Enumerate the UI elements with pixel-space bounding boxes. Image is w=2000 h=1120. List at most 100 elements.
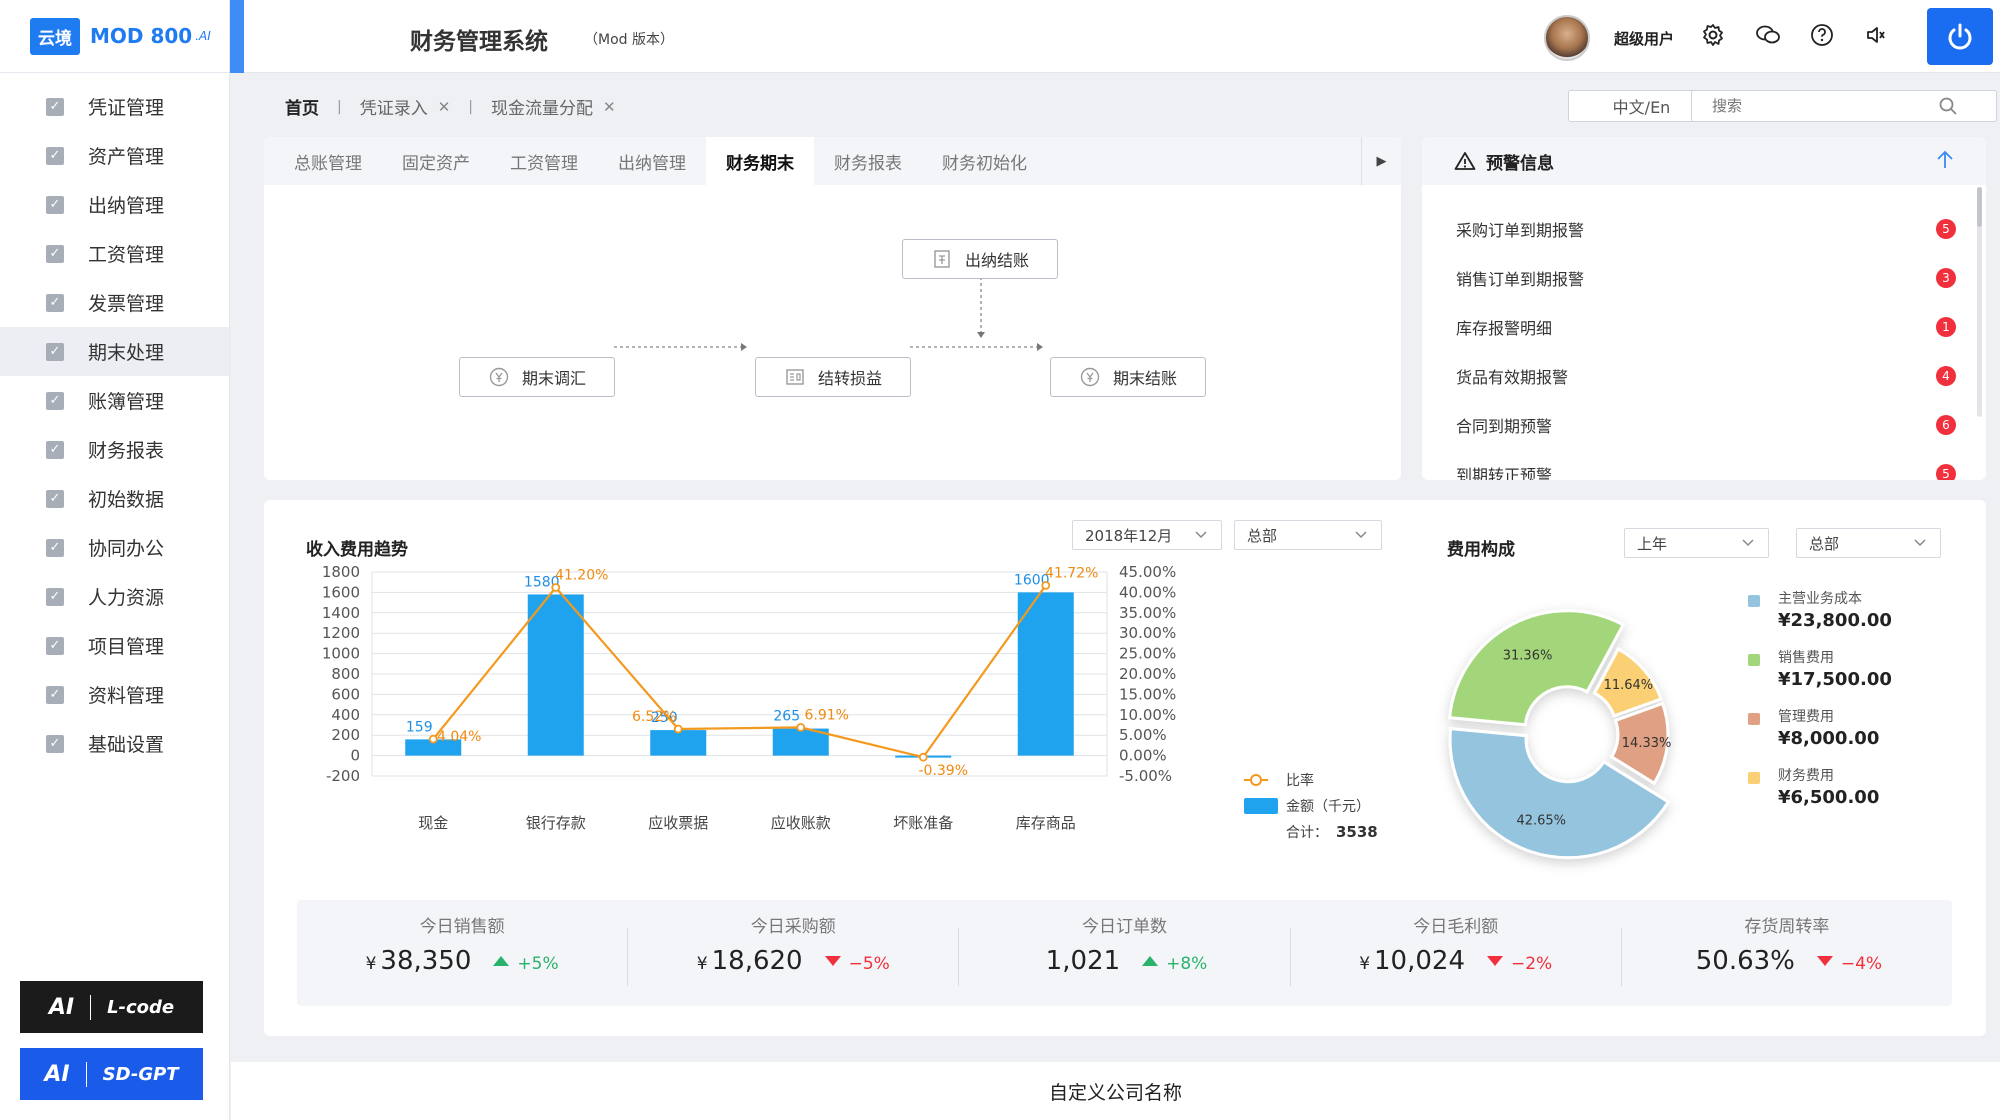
legend-name: 销售费用: [1778, 650, 1834, 666]
kpi-number: 10,024: [1374, 946, 1465, 976]
checkbox-icon: ✓: [46, 685, 64, 704]
sidebar-item[interactable]: ✓ 发票管理: [0, 278, 229, 327]
sidebar-item[interactable]: ✓ 账簿管理: [0, 376, 229, 425]
module-tabs: 总账管理 固定资产 工资管理 出纳管理 财务期末 财务报表 财务初始化 ▶: [264, 137, 1401, 185]
flow-transfer-pl[interactable]: 结转损益: [755, 357, 911, 397]
sidebar-item[interactable]: ✓ 凭证管理: [0, 82, 229, 131]
speaker-icon[interactable]: [1861, 20, 1891, 50]
logo-accent: [230, 0, 244, 73]
breadcrumb-tab-cashflow[interactable]: 现金流量分配: [491, 94, 593, 119]
flow-period-close[interactable]: 期末结账: [1050, 357, 1206, 397]
sidebar-item[interactable]: ✓ 基础设置: [0, 719, 229, 768]
divider: |: [337, 98, 342, 115]
module-tab[interactable]: 总账管理: [274, 137, 382, 185]
close-icon[interactable]: ✕: [438, 98, 451, 116]
kpi-value: ¥10,024: [1359, 946, 1465, 976]
close-icon[interactable]: ✕: [603, 98, 616, 116]
kpi-change: −4%: [1840, 954, 1883, 974]
search-icon[interactable]: [1938, 96, 1958, 116]
sidebar-item[interactable]: ✓ 资料管理: [0, 670, 229, 719]
app-title: 财务管理系统: [410, 29, 548, 55]
sidebar-item[interactable]: ✓ 期末处理: [0, 327, 229, 376]
kpi-value-row: 50.63% −4%: [1622, 946, 1952, 976]
alert-item[interactable]: 库存报警明细 1: [1456, 315, 1956, 339]
sidebar-item[interactable]: ✓ 出纳管理: [0, 180, 229, 229]
ai-sdgpt-button[interactable]: AI SD-GPT: [20, 1048, 203, 1100]
avatar[interactable]: [1544, 15, 1590, 61]
alert-item[interactable]: 合同到期预警 6: [1456, 413, 1956, 437]
kpi-value: ¥38,350: [366, 946, 472, 976]
period-end-panel: 总账管理 固定资产 工资管理 出纳管理 财务期末 财务报表 财务初始化 ▶ 出纳结账 期末调汇…: [264, 137, 1401, 480]
sdgpt-label: SD-GPT: [102, 1063, 179, 1085]
legend-value: ¥17,500.00: [1778, 669, 1892, 690]
arrow-up-icon[interactable]: [1934, 149, 1956, 171]
legend-swatch: [1748, 654, 1760, 666]
alert-item[interactable]: 采购订单到期报警 5: [1456, 217, 1956, 241]
pie-slice-label: 31.36%: [1503, 649, 1553, 664]
help-icon[interactable]: [1807, 20, 1837, 50]
pie-slice-label: 42.65%: [1516, 813, 1566, 828]
tab-scroll-right-icon[interactable]: ▶: [1361, 137, 1401, 185]
user-name[interactable]: 超级用户: [1614, 28, 1674, 49]
legend-name: 主营业务成本: [1778, 591, 1862, 607]
kpi-number: 38,350: [380, 946, 472, 976]
checkbox-icon: ✓: [46, 538, 64, 557]
alert-item-label: 销售订单到期报警: [1456, 270, 1585, 289]
sidebar-item-label: 人力资源: [88, 587, 165, 609]
chat-icon[interactable]: [1753, 20, 1783, 50]
breadcrumb-home[interactable]: 首页: [285, 94, 319, 119]
sidebar-item[interactable]: ✓ 人力资源: [0, 572, 229, 621]
sidebar-item[interactable]: ✓ 协同办公: [0, 523, 229, 572]
sidebar-item[interactable]: ✓ 财务报表: [0, 425, 229, 474]
module-tab[interactable]: 出纳管理: [598, 137, 706, 185]
sidebar-item-label: 账簿管理: [88, 391, 165, 413]
chevron-down-icon: [1742, 539, 1754, 547]
sidebar-item-label: 期末处理: [88, 342, 165, 364]
checkbox-icon: ✓: [46, 342, 64, 361]
module-tab[interactable]: 财务期末: [706, 137, 814, 185]
breadcrumb-tab-voucher[interactable]: 凭证录入: [360, 94, 428, 119]
ai-lcode-button[interactable]: AI L-code: [20, 981, 203, 1033]
logo-ai: .AI: [195, 29, 211, 43]
flow-cashier-close[interactable]: 出纳结账: [902, 239, 1058, 279]
gear-icon[interactable]: [1698, 20, 1728, 50]
kpi-card: 今日毛利额 ¥10,024 −2%: [1291, 917, 1622, 986]
alert-item[interactable]: 到期转正预警 5: [1456, 462, 1956, 480]
warning-icon: [1454, 152, 1476, 170]
scrollbar-thumb[interactable]: [1977, 187, 1982, 227]
checkbox-icon: ✓: [46, 195, 64, 214]
sidebar-item[interactable]: ✓ 工资管理: [0, 229, 229, 278]
kpi-value-row: ¥10,024 −2%: [1291, 946, 1621, 976]
sidebar-item-label: 发票管理: [88, 293, 165, 315]
module-tab[interactable]: 工资管理: [490, 137, 598, 185]
sidebar-item-label: 工资管理: [88, 244, 165, 266]
analytics-panel: 1800 45.00% 1600 40.00% 1400 35.00% 1200 30.00%…: [264, 500, 1986, 1036]
legend-value: ¥23,800.00: [1778, 610, 1892, 631]
period-select-value: 上年: [1637, 534, 1668, 553]
logo-badge: 云境: [30, 17, 80, 55]
kpi-number: 1,021: [1045, 946, 1121, 976]
module-tab[interactable]: 固定资产: [382, 137, 490, 185]
pie-slice: [1448, 609, 1626, 727]
ledger-icon: [934, 250, 950, 268]
sidebar-item-label: 财务报表: [88, 440, 165, 462]
kpi-number: 50.63%: [1695, 946, 1795, 976]
sidebar-item[interactable]: ✓ 初始数据: [0, 474, 229, 523]
kpi-label: 今日订单数: [1082, 917, 1167, 937]
sidebar-item[interactable]: ✓ 资产管理: [0, 131, 229, 180]
app-subtitle: （Mod 版本）: [584, 32, 674, 48]
sidebar-item[interactable]: ✓ 项目管理: [0, 621, 229, 670]
alert-item[interactable]: 货品有效期报警 4: [1456, 364, 1956, 388]
alert-item[interactable]: 销售订单到期报警 3: [1456, 266, 1956, 290]
module-tab[interactable]: 财务初始化: [922, 137, 1047, 185]
checkbox-icon: ✓: [46, 440, 64, 459]
flow-period-adjust[interactable]: 期末调汇: [459, 357, 615, 397]
alert-header: 预警信息: [1422, 137, 1986, 185]
period-select[interactable]: 上年: [1624, 528, 1769, 558]
composition-dept-select[interactable]: 总部: [1796, 528, 1941, 558]
flow-label: 结转损益: [817, 369, 882, 388]
power-button[interactable]: [1927, 8, 1993, 65]
kpi-change: +5%: [517, 954, 559, 974]
module-tab[interactable]: 财务报表: [814, 137, 922, 185]
pie-slice-label: 11.64%: [1604, 678, 1654, 693]
